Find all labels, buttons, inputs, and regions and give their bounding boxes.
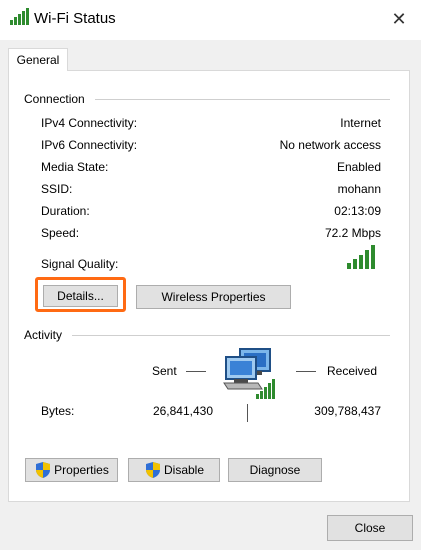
connection-group-label: Connection: [24, 92, 91, 106]
signal-quality-label: Signal Quality:: [41, 257, 119, 271]
ssid-label: SSID:: [41, 182, 73, 196]
close-button[interactable]: Close: [327, 515, 413, 541]
close-window-button[interactable]: ✕: [385, 5, 413, 33]
close-icon: ✕: [391, 8, 407, 29]
network-computers-icon: [223, 348, 275, 399]
tab-general[interactable]: General: [8, 48, 68, 71]
activity-divider: [72, 335, 390, 336]
received-label: Received: [327, 364, 378, 378]
disable-button-label: Disable: [163, 463, 205, 477]
bytes-divider: [247, 404, 248, 422]
disable-button[interactable]: Disable: [128, 458, 220, 482]
ssid-value: mohann: [337, 182, 381, 196]
speed-label: Speed:: [41, 226, 80, 240]
ipv4-connectivity-label: IPv4 Connectivity:: [41, 116, 138, 130]
ipv4-connectivity-value: Internet: [340, 116, 381, 130]
duration-label: Duration:: [41, 204, 90, 218]
media-state-value: Enabled: [336, 160, 381, 174]
properties-button-label: Properties: [54, 463, 109, 477]
bytes-sent-value: 26,841,430: [152, 404, 213, 418]
diagnose-button[interactable]: Diagnose: [228, 458, 322, 482]
connection-divider: [95, 99, 390, 100]
wifi-signal-icon: [10, 8, 29, 25]
sent-label: Sent: [152, 364, 177, 378]
title-bar: Wi-Fi Status ✕: [0, 0, 421, 40]
bytes-received-value: 309,788,437: [314, 404, 381, 418]
speed-value: 72.2 Mbps: [324, 226, 381, 240]
received-line: [296, 371, 316, 372]
signal-strength-icon: [347, 245, 375, 269]
sent-line: [186, 371, 206, 372]
activity-group-label: Activity: [24, 328, 69, 342]
properties-button[interactable]: Properties: [25, 458, 118, 482]
bytes-label: Bytes:: [41, 404, 75, 418]
uac-shield-icon: [145, 462, 160, 478]
uac-shield-icon: [36, 462, 51, 478]
ipv6-connectivity-label: IPv6 Connectivity:: [41, 138, 138, 152]
window-title: Wi-Fi Status: [34, 10, 116, 27]
duration-value: 02:13:09: [334, 204, 381, 218]
media-state-label: Media State:: [41, 160, 109, 174]
details-button[interactable]: Details...: [43, 285, 118, 307]
wireless-properties-button[interactable]: Wireless Properties: [136, 285, 291, 309]
ipv6-connectivity-value: No network access: [279, 138, 381, 152]
